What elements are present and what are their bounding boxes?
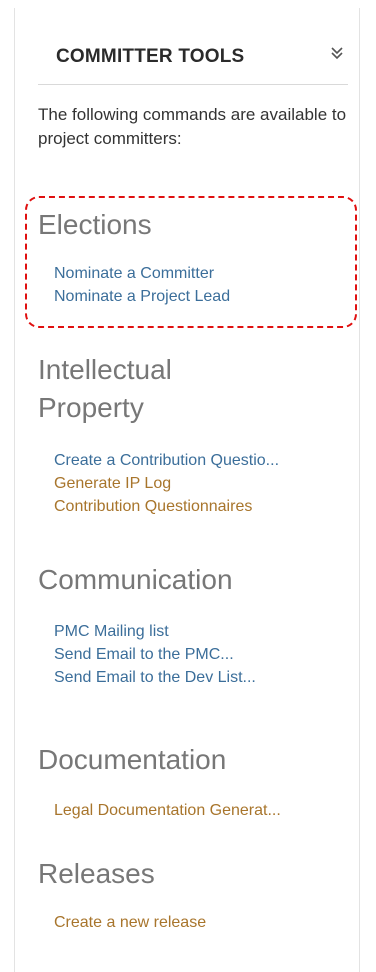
section-title-intellectual-property-line2: Property xyxy=(38,392,144,423)
panel-title: COMMITTER TOOLS xyxy=(56,46,245,67)
elections-links: Nominate a Committer Nominate a Project … xyxy=(54,262,354,308)
nominate-project-lead-link[interactable]: Nominate a Project Lead xyxy=(54,285,354,308)
section-title-intellectual-property-line1: Intellectual xyxy=(38,354,172,385)
communication-links: PMC Mailing list Send Email to the PMC..… xyxy=(54,620,354,689)
create-contribution-questionnaire-link[interactable]: Create a Contribution Questio... xyxy=(54,449,354,472)
intro-text: The following commands are available to … xyxy=(38,105,347,148)
nominate-committer-link[interactable]: Nominate a Committer xyxy=(54,262,354,285)
create-new-release-link[interactable]: Create a new release xyxy=(54,911,354,934)
section-title-documentation: Documentation xyxy=(38,744,227,775)
section-title-releases: Releases xyxy=(38,858,155,889)
generate-ip-log-link[interactable]: Generate IP Log xyxy=(54,472,354,495)
section-title-communication: Communication xyxy=(38,564,233,595)
panel-header: COMMITTER TOOLS xyxy=(38,33,348,85)
send-email-pmc-link[interactable]: Send Email to the PMC... xyxy=(54,643,354,666)
releases-links: Create a new release xyxy=(54,911,354,934)
send-email-dev-list-link[interactable]: Send Email to the Dev List... xyxy=(54,666,354,689)
pmc-mailing-list-link[interactable]: PMC Mailing list xyxy=(54,620,354,643)
legal-documentation-generator-link[interactable]: Legal Documentation Generat... xyxy=(54,799,354,822)
intellectual-property-links: Create a Contribution Questio... Generat… xyxy=(54,449,354,518)
double-chevron-down-icon[interactable] xyxy=(330,45,344,61)
documentation-links: Legal Documentation Generat... xyxy=(54,799,354,822)
section-title-elections: Elections xyxy=(38,209,152,240)
contribution-questionnaires-link[interactable]: Contribution Questionnaires xyxy=(54,495,354,518)
